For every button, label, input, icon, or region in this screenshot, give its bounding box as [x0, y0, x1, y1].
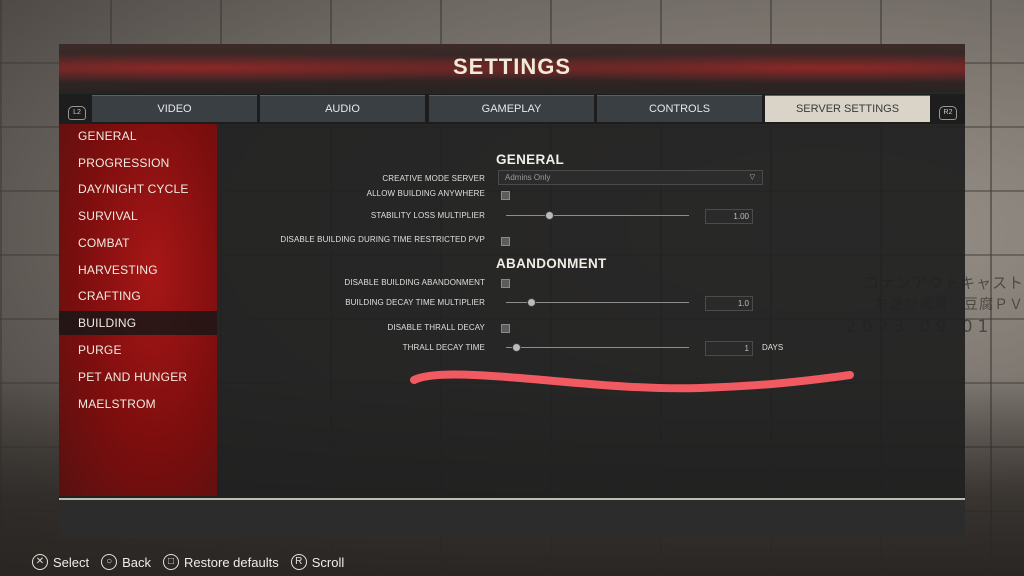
panel-footer-band	[59, 500, 965, 538]
sidebar-item-survival[interactable]: SURVIVAL	[59, 204, 217, 228]
hint-scroll-label: Scroll	[311, 554, 345, 570]
title-bar: SETTINGS	[59, 44, 965, 92]
tab-controls[interactable]: CONTROLS	[597, 95, 762, 122]
thrall-decay-time-slider[interactable]	[506, 343, 689, 352]
cross-button-icon: ✕	[32, 554, 48, 570]
hint-restore-defaults-label: Restore defaults	[184, 554, 279, 570]
disable-building-pvp-checkbox[interactable]	[501, 237, 510, 246]
sidebar-item-combat[interactable]: COMBAT	[59, 231, 217, 255]
disable-thrall-decay-label: DISABLE THRALL DECAY	[387, 323, 485, 332]
sidebar-item-progression[interactable]: PROGRESSION	[59, 151, 217, 175]
disable-abandonment-checkbox[interactable]	[501, 279, 510, 288]
stability-loss-slider-thumb[interactable]	[544, 211, 554, 220]
hint-select-label: Select	[53, 554, 90, 570]
allow-building-anywhere-label: ALLOW BUILDING ANYWHERE	[366, 189, 485, 198]
hint-back[interactable]: ○ Back	[101, 554, 151, 570]
decay-multiplier-value[interactable]: 1.0	[705, 296, 753, 311]
sidebar-item-general[interactable]: GENERAL	[59, 124, 217, 148]
square-button-icon: □	[163, 554, 180, 570]
tab-server-settings[interactable]: SERVER SETTINGS	[765, 95, 930, 122]
thrall-decay-time-value[interactable]: 1	[705, 341, 753, 356]
thrall-decay-time-label: THRALL DECAY TIME	[402, 343, 485, 352]
sidebar-item-harvesting[interactable]: HARVESTING	[59, 258, 217, 282]
thrall-decay-time-slider-thumb[interactable]	[511, 343, 521, 352]
sidebar-item-pet-and-hunger[interactable]: PET AND HUNGER	[59, 365, 217, 389]
hint-restore-defaults[interactable]: □ Restore defaults	[163, 554, 279, 570]
tab-video[interactable]: VIDEO	[92, 95, 257, 122]
sidebar: GENERAL PROGRESSION DAY/NIGHT CYCLE SURV…	[59, 124, 217, 496]
stability-loss-value[interactable]: 1.00	[705, 209, 753, 224]
chevron-down-icon: ▽	[749, 174, 755, 181]
hint-back-label: Back	[122, 554, 152, 570]
creative-mode-label: CREATIVE MODE SERVER	[382, 174, 485, 183]
circle-button-icon: ○	[101, 554, 118, 570]
tab-audio[interactable]: AUDIO	[260, 95, 425, 122]
disable-thrall-decay-checkbox[interactable]	[501, 324, 510, 333]
decay-multiplier-slider[interactable]	[506, 298, 689, 307]
hint-scroll[interactable]: R Scroll	[290, 554, 345, 570]
right-stick-icon: R	[290, 554, 307, 570]
allow-building-anywhere-checkbox[interactable]	[501, 191, 510, 200]
sidebar-item-maelstrom[interactable]: MAELSTROM	[59, 392, 217, 416]
disable-abandonment-label: DISABLE BUILDING ABANDONMENT	[344, 278, 485, 287]
sidebar-item-crafting[interactable]: CRAFTING	[59, 284, 217, 308]
hint-select[interactable]: ✕ Select	[32, 554, 89, 570]
decay-multiplier-label: BUILDING DECAY TIME MULTIPLIER	[345, 298, 485, 307]
section-heading-general: GENERAL	[496, 152, 565, 167]
page-title: SETTINGS	[452, 54, 571, 79]
sidebar-item-purge[interactable]: PURGE	[59, 338, 217, 362]
creative-mode-value: Admins Only	[505, 173, 551, 182]
section-heading-abandonment: ABANDONMENT	[496, 256, 607, 271]
creative-mode-dropdown[interactable]: Admins Only ▽	[498, 170, 763, 185]
tab-gameplay[interactable]: GAMEPLAY	[429, 95, 594, 122]
thrall-decay-time-unit: DAYS	[762, 343, 784, 352]
settings-panel: SETTINGS L2 R2 VIDEO AUDIO GAMEPLAY CONT…	[59, 44, 965, 538]
sidebar-item-building[interactable]: BUILDING	[59, 311, 217, 335]
stability-loss-label: STABILITY LOSS MULTIPLIER	[370, 211, 485, 220]
disable-building-pvp-label: DISABLE BUILDING DURING TIME RESTRICTED …	[280, 235, 485, 244]
r2-trigger-icon[interactable]: R2	[939, 106, 957, 120]
l2-trigger-icon[interactable]: L2	[68, 106, 86, 120]
sidebar-item-day-night-cycle[interactable]: DAY/NIGHT CYCLE	[59, 177, 217, 201]
button-hints: ✕ Select ○ Back □ Restore defaults R Scr…	[32, 552, 356, 572]
decay-multiplier-slider-thumb[interactable]	[526, 298, 536, 307]
stability-loss-slider[interactable]	[506, 211, 689, 220]
